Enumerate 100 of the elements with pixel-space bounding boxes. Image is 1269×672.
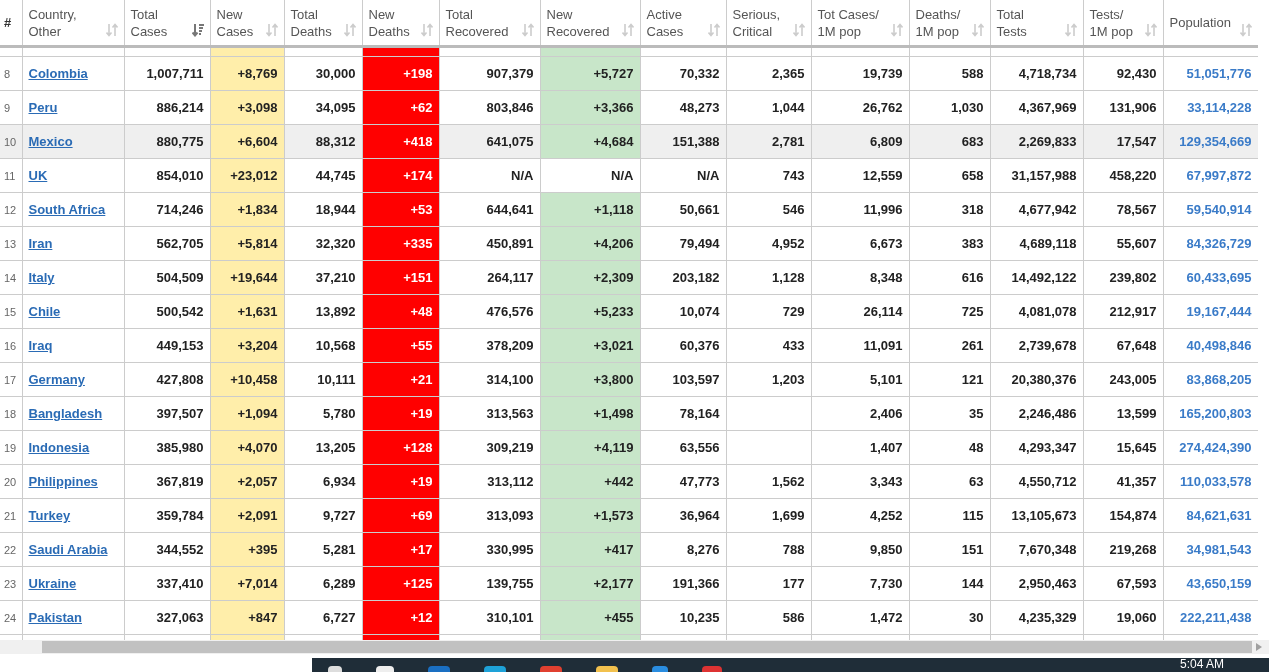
table-cell: +1,631	[210, 294, 284, 329]
table-cell: +69	[362, 498, 439, 533]
country-link[interactable]: South Africa	[28, 202, 106, 217]
table-cell: 60,433,695	[1163, 260, 1258, 295]
table-cell: 11,996	[811, 192, 909, 227]
table-cell: 274,424,390	[1163, 430, 1258, 465]
scrollbar-thumb[interactable]	[42, 641, 1252, 653]
table-cell: +3,800	[540, 362, 640, 397]
row-number: 9	[0, 90, 22, 125]
table-cell: 261	[909, 328, 990, 363]
table-cell: +198	[362, 56, 439, 91]
table-cell: 15,645	[1083, 430, 1163, 465]
country-link[interactable]: Germany	[28, 372, 85, 387]
country-link[interactable]: Peru	[28, 100, 58, 115]
table-cell: 139,755	[439, 566, 540, 601]
table-cell: +2,177	[540, 566, 640, 601]
table-cell: 144	[909, 566, 990, 601]
table-cell: +847	[210, 600, 284, 635]
column-header[interactable]: Active Cases	[640, 0, 726, 47]
table-cell: +19,644	[210, 260, 284, 295]
country-link[interactable]: Colombia	[28, 66, 88, 81]
column-header[interactable]: Total Deaths	[284, 0, 362, 47]
column-header[interactable]: Country, Other	[22, 0, 124, 47]
table-cell: 546	[726, 192, 811, 227]
country-link[interactable]: Iran	[28, 236, 53, 251]
column-header: #	[0, 0, 22, 47]
table-cell: +335	[362, 226, 439, 261]
row-number: 23	[0, 566, 22, 601]
country-link[interactable]: Italy	[28, 270, 55, 285]
table-cell: 1,030	[909, 90, 990, 125]
column-header[interactable]: Tests/ 1M pop	[1083, 0, 1163, 47]
country-link[interactable]: Turkey	[28, 508, 71, 523]
column-header[interactable]: Serious, Critical	[726, 0, 811, 47]
taskbar-icon[interactable]	[328, 666, 342, 672]
table-cell: 4,952	[726, 226, 811, 261]
country-link[interactable]: Iraq	[28, 338, 53, 353]
table-cell: 8,348	[811, 260, 909, 295]
taskbar-icon[interactable]	[484, 666, 506, 672]
column-header[interactable]: Deaths/ 1M pop	[909, 0, 990, 47]
table-cell: 788	[726, 532, 811, 567]
taskbar-icon[interactable]	[540, 666, 562, 672]
country-link[interactable]: Saudi Arabia	[28, 542, 108, 557]
table-cell: 92,430	[1083, 56, 1163, 91]
table-cell: 714,246	[124, 192, 210, 227]
table-cell: +2,309	[540, 260, 640, 295]
column-header[interactable]: Total Recovered	[439, 0, 540, 47]
table-cell: 67,997,872	[1163, 158, 1258, 193]
table-cell: 14,492,122	[990, 260, 1083, 295]
table-cell: 7,670,348	[990, 532, 1083, 567]
table-cell: 314,100	[439, 362, 540, 397]
taskbar-icon[interactable]	[702, 666, 722, 672]
table-cell: 151,388	[640, 124, 726, 159]
table-cell: 165,200,803	[1163, 396, 1258, 431]
table-cell: 2,781	[726, 124, 811, 159]
table-cell: 6,673	[811, 226, 909, 261]
table-cell: +19	[362, 396, 439, 431]
table-cell: 191,366	[640, 566, 726, 601]
table-cell: 88,312	[284, 124, 362, 159]
table-cell: +7,014	[210, 566, 284, 601]
country-link[interactable]: Ukraine	[28, 576, 77, 591]
table-cell: 222,211,438	[1163, 600, 1258, 635]
table-cell: 63,556	[640, 430, 726, 465]
table-cell: +5,233	[540, 294, 640, 329]
column-header[interactable]: Total Cases	[124, 0, 210, 47]
table-cell: +2,057	[210, 464, 284, 499]
column-header[interactable]: Population	[1163, 0, 1258, 47]
country-link[interactable]: Mexico	[28, 134, 73, 149]
taskbar-icon[interactable]	[596, 666, 618, 672]
table-cell: +1,118	[540, 192, 640, 227]
country-link[interactable]: Pakistan	[28, 610, 82, 625]
table-cell: +6,604	[210, 124, 284, 159]
table-cell: 26,114	[811, 294, 909, 329]
table-cell: +4,206	[540, 226, 640, 261]
column-header[interactable]: Tot Cases/ 1M pop	[811, 0, 909, 47]
table-cell: 6,727	[284, 600, 362, 635]
table-cell: 4,550,712	[990, 464, 1083, 499]
table-cell: 725	[909, 294, 990, 329]
table-cell: 243,005	[1083, 362, 1163, 397]
table-cell: 2,950,463	[990, 566, 1083, 601]
table-cell: 1,203	[726, 362, 811, 397]
table-cell: 6,809	[811, 124, 909, 159]
table-cell: 34,095	[284, 90, 362, 125]
table-cell: 4,252	[811, 498, 909, 533]
table-cell: +395	[210, 532, 284, 567]
column-header[interactable]: Total Tests	[990, 0, 1083, 47]
scroll-right-icon[interactable]	[1256, 643, 1262, 651]
table-cell: 131,906	[1083, 90, 1163, 125]
table-cell: 504,509	[124, 260, 210, 295]
country-link[interactable]: Philippines	[28, 474, 98, 489]
country-link[interactable]: Bangladesh	[28, 406, 103, 421]
taskbar-icon[interactable]	[652, 666, 668, 672]
table-cell: 4,235,329	[990, 600, 1083, 635]
table-cell: 84,326,729	[1163, 226, 1258, 261]
taskbar-icon[interactable]	[376, 666, 394, 672]
country-link[interactable]: Indonesia	[28, 440, 90, 455]
table-cell: 3,343	[811, 464, 909, 499]
table-cell: 7,730	[811, 566, 909, 601]
country-link[interactable]: Chile	[28, 304, 61, 319]
table-cell: 10,111	[284, 362, 362, 397]
country-link[interactable]: UK	[28, 168, 48, 183]
